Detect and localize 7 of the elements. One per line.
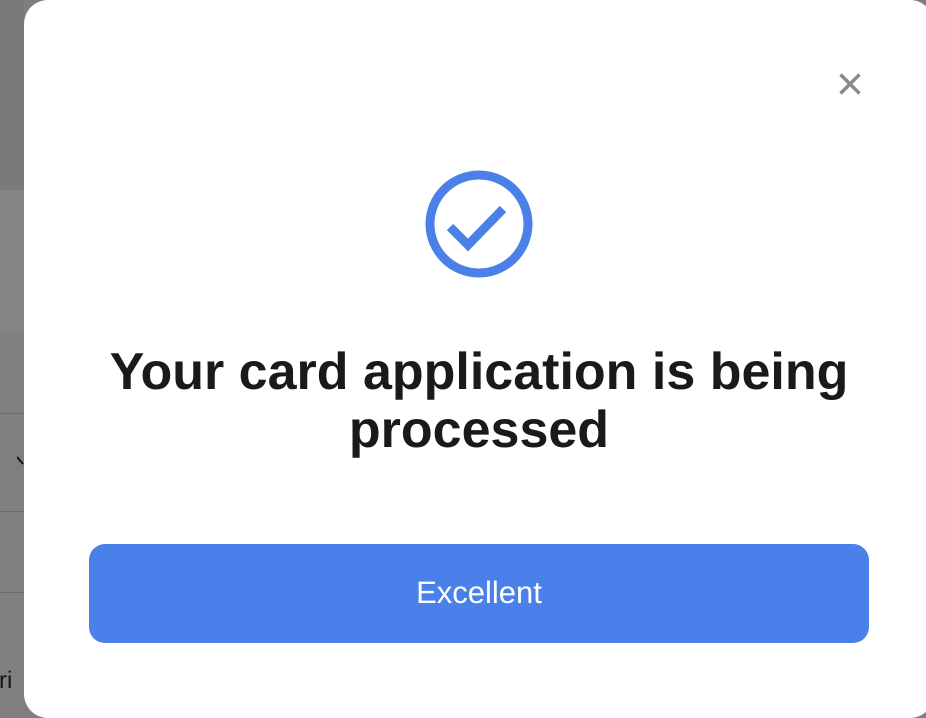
excellent-button[interactable]: Excellent: [89, 544, 869, 643]
check-circle-icon: [425, 170, 533, 278]
background-text: ri: [0, 668, 12, 694]
dialog-title: Your card application is being processed: [108, 343, 850, 459]
chevron-icon: [17, 456, 24, 466]
close-icon: [839, 73, 861, 95]
close-button[interactable]: [839, 73, 861, 95]
